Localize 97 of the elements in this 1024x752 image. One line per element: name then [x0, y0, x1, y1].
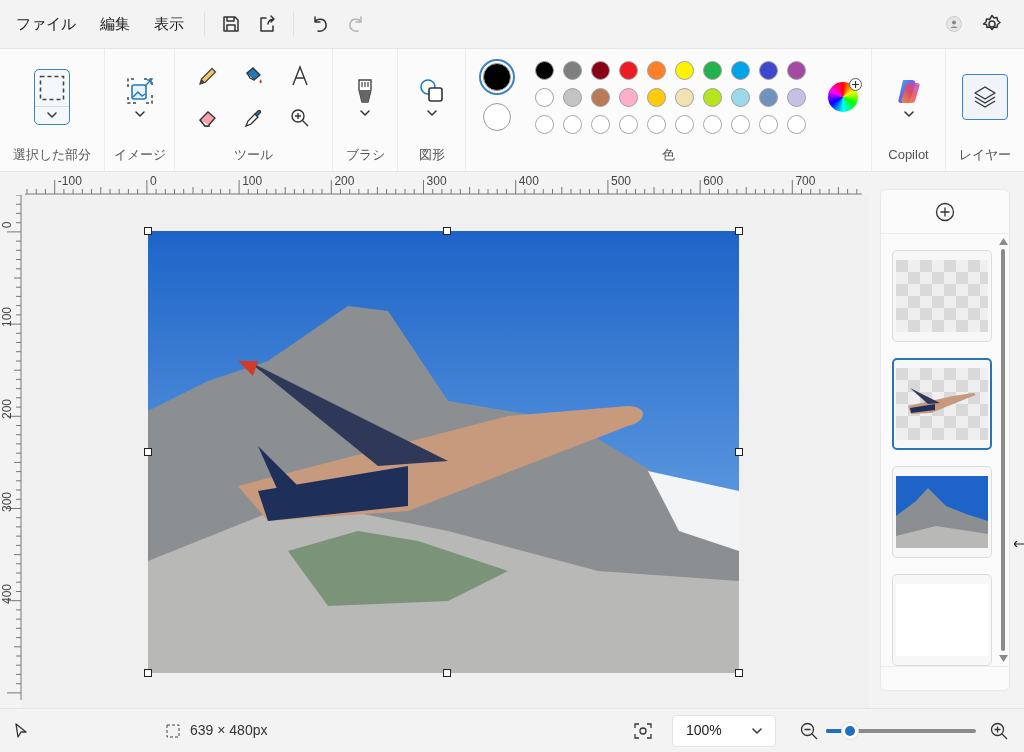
- color-swatch[interactable]: [563, 87, 582, 107]
- image-resize-icon: [125, 77, 154, 105]
- empty-color-slot[interactable]: [591, 114, 610, 134]
- empty-color-slot[interactable]: [563, 114, 582, 134]
- ruler-label: 200: [334, 174, 355, 188]
- plus-icon: [849, 78, 862, 91]
- ruler-label: 300: [426, 174, 447, 188]
- scrollbar-thumb[interactable]: [1001, 249, 1005, 651]
- zoom-in-icon[interactable]: [288, 107, 311, 129]
- empty-color-slot[interactable]: [731, 114, 750, 134]
- group-label: ツール: [234, 146, 273, 164]
- group-label: ブラシ: [345, 146, 385, 164]
- brush-icon: [356, 78, 374, 104]
- resize-handle[interactable]: [735, 227, 743, 235]
- color-swatch[interactable]: [535, 87, 554, 107]
- selection-size-icon: [166, 723, 180, 738]
- resize-handle[interactable]: [144, 448, 152, 456]
- ruler-label: 700: [795, 174, 816, 188]
- scroll-up-icon[interactable]: [998, 238, 1008, 245]
- color-swatch[interactable]: [535, 60, 554, 80]
- empty-color-slot[interactable]: [535, 114, 554, 134]
- empty-color-slot[interactable]: [787, 114, 806, 134]
- color-swatch[interactable]: [647, 60, 666, 80]
- resize-handle[interactable]: [144, 669, 152, 677]
- empty-color-slot[interactable]: [759, 114, 778, 134]
- ruler-label: 500: [611, 174, 632, 188]
- zoom-value: 100%: [686, 721, 722, 740]
- resize-handle[interactable]: [735, 448, 743, 456]
- zoom-in-icon[interactable]: [990, 721, 1008, 740]
- pointer-icon: [14, 722, 28, 739]
- ruler-label: 100: [0, 306, 14, 330]
- color-swatch[interactable]: [731, 87, 750, 107]
- caret-icon: [903, 111, 914, 117]
- color-swatch[interactable]: [703, 87, 722, 107]
- canvas-dimensions: 639 × 480px: [190, 721, 268, 740]
- ruler-label: 300: [0, 490, 14, 514]
- color-swatch[interactable]: [619, 87, 638, 107]
- layer-thumbnail[interactable]: [892, 358, 992, 450]
- color-swatch[interactable]: [787, 60, 806, 80]
- group-label: 図形: [418, 146, 445, 164]
- color-swatch[interactable]: [619, 60, 638, 80]
- color-swatch[interactable]: [675, 87, 694, 107]
- menu-item[interactable]: 編集: [88, 7, 142, 41]
- ruler-label: 0: [0, 220, 14, 231]
- cursor-arrow-icon: [1014, 541, 1024, 547]
- selection-button[interactable]: [34, 69, 70, 125]
- empty-color-slot[interactable]: [703, 114, 722, 134]
- menu-item[interactable]: 表示: [142, 7, 196, 41]
- color-swatch[interactable]: [759, 60, 778, 80]
- primary-color-swatch[interactable]: [479, 59, 515, 95]
- resize-handle[interactable]: [735, 669, 743, 677]
- color-swatch[interactable]: [703, 60, 722, 80]
- resize-handle[interactable]: [443, 227, 451, 235]
- group-label: Copilot: [888, 146, 929, 164]
- ruler-label: 0: [150, 174, 157, 188]
- resize-handle[interactable]: [144, 227, 152, 235]
- ruler-label: 100: [242, 174, 263, 188]
- add-layer-icon[interactable]: [935, 201, 955, 222]
- zoom-slider-thumb[interactable]: [841, 721, 859, 740]
- shapes-icon: [418, 78, 445, 104]
- dashed-rectangle-icon: [39, 75, 65, 101]
- fit-to-window-icon[interactable]: [634, 722, 652, 739]
- caret-icon: [426, 110, 437, 116]
- caret-icon: [752, 727, 762, 734]
- color-swatch[interactable]: [591, 87, 610, 107]
- color-swatch[interactable]: [647, 87, 666, 107]
- layers-icon: [972, 84, 998, 110]
- color-swatch[interactable]: [563, 60, 582, 80]
- empty-color-slot[interactable]: [619, 114, 638, 134]
- caret-icon: [360, 110, 370, 116]
- zoom-out-icon[interactable]: [800, 721, 818, 740]
- ruler-label: 200: [0, 398, 14, 422]
- ruler-label: 600: [703, 174, 724, 188]
- group-label: 色: [662, 146, 675, 164]
- group-label: 選択した部分: [13, 146, 91, 164]
- empty-color-slot[interactable]: [675, 114, 694, 134]
- ruler-label: -100: [57, 174, 82, 188]
- color-swatch[interactable]: [675, 60, 694, 80]
- scroll-down-icon[interactable]: [998, 655, 1008, 662]
- ruler-label: 400: [0, 582, 14, 606]
- group-label: レイヤー: [959, 146, 1011, 164]
- empty-color-slot[interactable]: [647, 114, 666, 134]
- caret-icon: [134, 111, 145, 117]
- resize-handle[interactable]: [443, 669, 451, 677]
- avatar-icon[interactable]: [946, 16, 962, 32]
- zoom-dropdown[interactable]: 100%: [672, 714, 776, 747]
- group-label: イメージ: [113, 146, 166, 164]
- pencil-icon[interactable]: [196, 65, 219, 87]
- layers-button[interactable]: [962, 74, 1008, 120]
- menu-item[interactable]: ファイル: [4, 7, 88, 41]
- color-swatch[interactable]: [759, 87, 778, 107]
- color-swatch[interactable]: [731, 60, 750, 80]
- ruler-label: 400: [518, 174, 539, 188]
- color-swatch[interactable]: [591, 60, 610, 80]
- caret-icon: [47, 112, 57, 118]
- color-swatch[interactable]: [787, 87, 806, 107]
- zoom-slider[interactable]: [826, 722, 976, 739]
